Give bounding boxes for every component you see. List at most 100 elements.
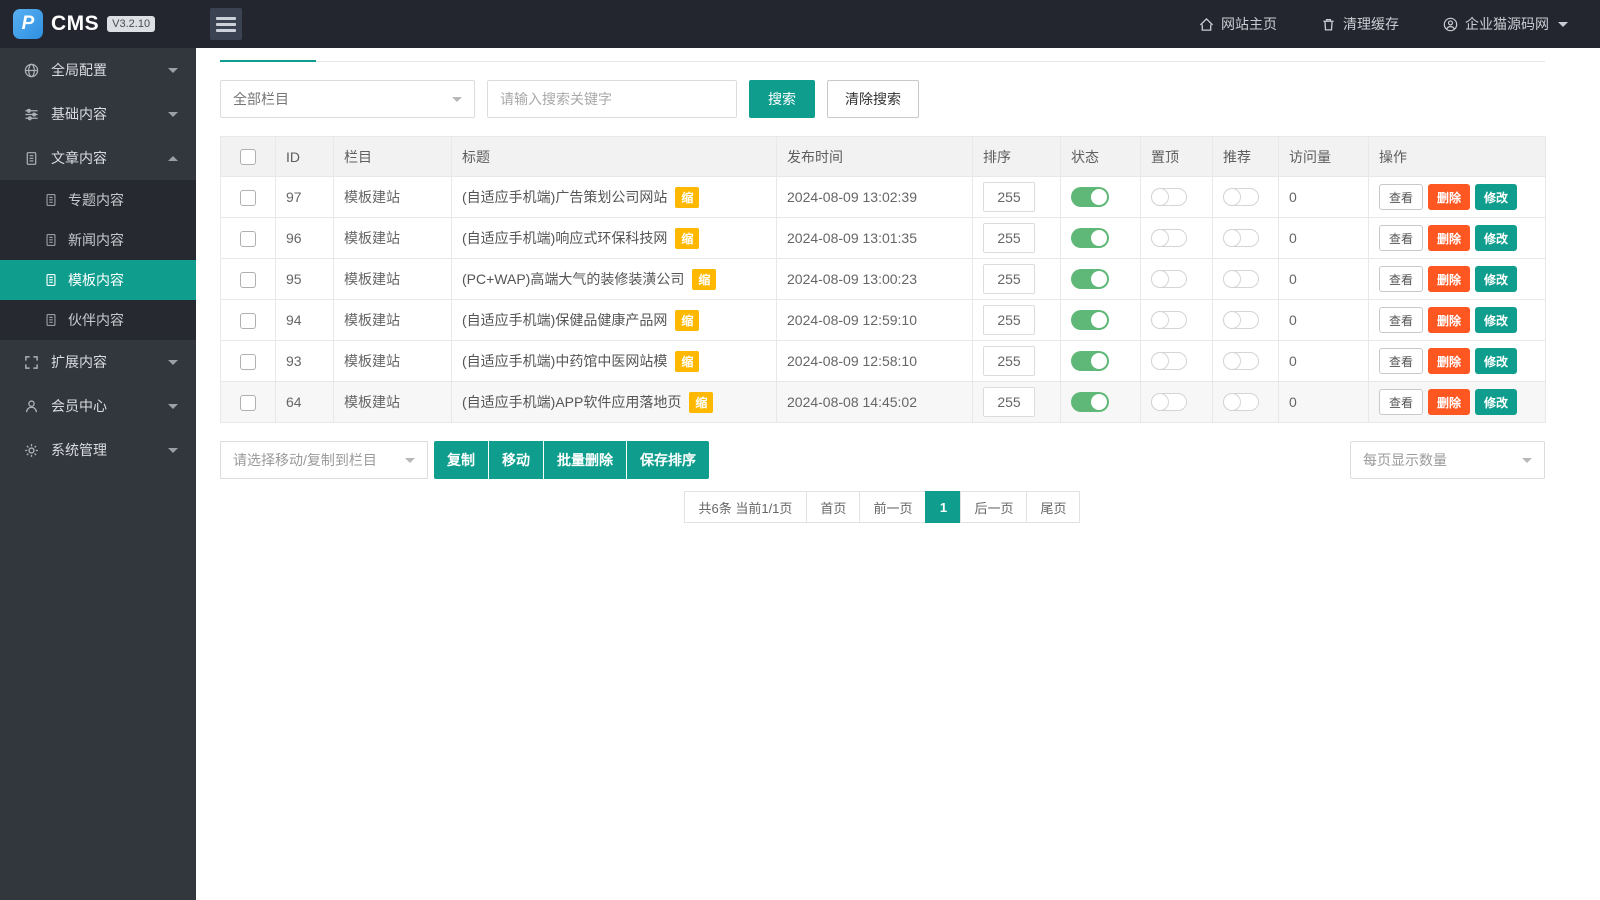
row-checkbox[interactable]: [240, 394, 256, 411]
toggle-knob: [1091, 312, 1107, 328]
recommend-toggle[interactable]: [1223, 352, 1259, 371]
edit-button[interactable]: 修改: [1475, 266, 1518, 292]
row-checkbox[interactable]: [240, 189, 256, 206]
delete-button[interactable]: 删除: [1428, 225, 1471, 251]
next-page-button[interactable]: 后一页: [960, 491, 1028, 523]
page-size-select[interactable]: 每页显示数量: [1350, 441, 1545, 479]
edit-button[interactable]: 修改: [1475, 389, 1518, 415]
file-icon: [44, 313, 58, 327]
column-header-访问量: 访问量: [1278, 136, 1369, 177]
delete-button[interactable]: 删除: [1428, 266, 1471, 292]
cell-title: (PC+WAP)高端大气的装修装潢公司缩: [451, 258, 777, 300]
prev-page-button[interactable]: 前一页: [859, 491, 927, 523]
recommend-toggle[interactable]: [1223, 311, 1259, 330]
column-header-置顶: 置顶: [1140, 136, 1213, 177]
sidebar-subitem-新闻内容[interactable]: 新闻内容: [0, 220, 196, 260]
sidebar-subitem-模板内容[interactable]: 模板内容: [0, 260, 196, 300]
row-checkbox[interactable]: [240, 312, 256, 329]
recommend-toggle[interactable]: [1223, 393, 1259, 412]
menu-toggle-button[interactable]: [210, 8, 242, 40]
status-toggle[interactable]: [1071, 228, 1109, 248]
status-toggle[interactable]: [1071, 392, 1109, 412]
sort-input[interactable]: [983, 223, 1035, 253]
cell-category: 模板建站: [333, 340, 452, 382]
view-button[interactable]: 查看: [1379, 225, 1424, 251]
sidebar-item-label: 系统管理: [51, 442, 107, 458]
sidebar-submenu: 专题内容 新闻内容 模板内容 伙伴内容: [0, 180, 196, 340]
status-toggle[interactable]: [1071, 351, 1109, 371]
row-checkbox[interactable]: [240, 353, 256, 370]
page-number-button[interactable]: 1: [925, 491, 962, 523]
copy-button[interactable]: 复制: [434, 441, 488, 479]
edit-button[interactable]: 修改: [1475, 307, 1518, 333]
table-row: 93 模板建站 (自适应手机端)中药馆中医网站模缩 2024-08-09 12:58:…: [220, 340, 1546, 382]
header-link-trash[interactable]: 清理缓存: [1321, 14, 1399, 34]
row-title[interactable]: (自适应手机端)保健品健康产品网: [462, 312, 667, 328]
batch-delete-button[interactable]: 批量删除: [544, 441, 626, 479]
delete-button[interactable]: 删除: [1428, 348, 1471, 374]
cell-title: (自适应手机端)响应式环保科技网缩: [451, 217, 777, 259]
row-title[interactable]: (自适应手机端)响应式环保科技网: [462, 230, 667, 246]
status-toggle[interactable]: [1071, 187, 1109, 207]
view-button[interactable]: 查看: [1379, 307, 1424, 333]
status-toggle[interactable]: [1071, 310, 1109, 330]
sidebar-item-全局配置[interactable]: 全局配置: [0, 48, 196, 92]
sidebar-item-基础内容[interactable]: 基础内容: [0, 92, 196, 136]
row-title[interactable]: (PC+WAP)高端大气的装修装潢公司: [462, 271, 684, 287]
sort-input[interactable]: [983, 305, 1035, 335]
sort-input[interactable]: [983, 182, 1035, 212]
header-link-home[interactable]: 网站主页: [1199, 14, 1277, 34]
toggle-knob: [1223, 229, 1241, 248]
sidebar-subitem-伙伴内容[interactable]: 伙伴内容: [0, 300, 196, 340]
sort-input[interactable]: [983, 346, 1035, 376]
chevron-down-icon: [168, 447, 178, 453]
sidebar-item-文章内容[interactable]: 文章内容: [0, 136, 196, 180]
top-toggle[interactable]: [1151, 352, 1187, 371]
move-button[interactable]: 移动: [489, 441, 543, 479]
sidebar-subitem-专题内容[interactable]: 专题内容: [0, 180, 196, 220]
search-button[interactable]: 搜索: [749, 80, 815, 118]
sidebar-item-系统管理[interactable]: 系统管理: [0, 428, 196, 472]
search-input[interactable]: [487, 80, 737, 118]
edit-button[interactable]: 修改: [1475, 225, 1518, 251]
move-copy-select[interactable]: 请选择移动/复制到栏目: [220, 441, 428, 479]
top-toggle[interactable]: [1151, 270, 1187, 289]
edit-button[interactable]: 修改: [1475, 348, 1518, 374]
row-checkbox[interactable]: [240, 230, 256, 247]
cell-category: 模板建站: [333, 381, 452, 423]
header-link-user[interactable]: 企业猫源码网: [1443, 14, 1568, 34]
delete-button[interactable]: 删除: [1428, 307, 1471, 333]
top-toggle[interactable]: [1151, 229, 1187, 248]
clear-search-button[interactable]: 清除搜索: [827, 80, 919, 118]
row-title[interactable]: (自适应手机端)广告策划公司网站: [462, 189, 667, 205]
view-button[interactable]: 查看: [1379, 266, 1424, 292]
delete-button[interactable]: 删除: [1428, 389, 1471, 415]
top-toggle[interactable]: [1151, 188, 1187, 207]
select-all-checkbox[interactable]: [240, 149, 256, 166]
category-select[interactable]: 全部栏目: [220, 80, 475, 118]
last-page-button[interactable]: 尾页: [1026, 491, 1081, 523]
top-toggle[interactable]: [1151, 393, 1187, 412]
sidebar-item-扩展内容[interactable]: 扩展内容: [0, 340, 196, 384]
sidebar-item-label: 扩展内容: [51, 354, 107, 370]
recommend-toggle[interactable]: [1223, 188, 1259, 207]
top-toggle[interactable]: [1151, 311, 1187, 330]
recommend-toggle[interactable]: [1223, 270, 1259, 289]
row-title[interactable]: (自适应手机端)中药馆中医网站模: [462, 353, 667, 369]
recommend-toggle[interactable]: [1223, 229, 1259, 248]
sort-input[interactable]: [983, 387, 1035, 417]
sort-input[interactable]: [983, 264, 1035, 294]
globe-icon: [24, 63, 39, 78]
view-button[interactable]: 查看: [1379, 348, 1424, 374]
view-button[interactable]: 查看: [1379, 184, 1424, 210]
row-checkbox[interactable]: [240, 271, 256, 288]
status-toggle[interactable]: [1071, 269, 1109, 289]
delete-button[interactable]: 删除: [1428, 184, 1471, 210]
sidebar-item-会员中心[interactable]: 会员中心: [0, 384, 196, 428]
save-sort-button[interactable]: 保存排序: [627, 441, 709, 479]
edit-button[interactable]: 修改: [1475, 184, 1518, 210]
sidebar-item-label: 基础内容: [51, 106, 107, 122]
first-page-button[interactable]: 首页: [806, 491, 861, 523]
view-button[interactable]: 查看: [1379, 389, 1424, 415]
row-title[interactable]: (自适应手机端)APP软件应用落地页: [462, 394, 681, 410]
